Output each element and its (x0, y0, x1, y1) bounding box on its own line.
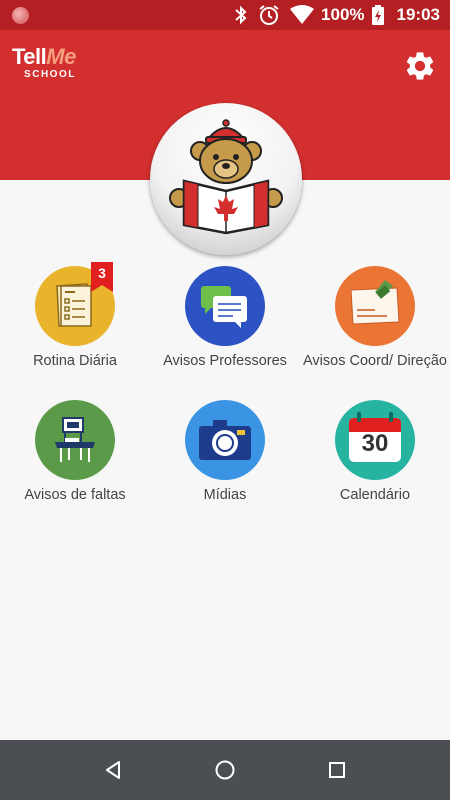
badge-count: 3 (98, 265, 106, 281)
logo-text-me: Me (46, 44, 76, 69)
camera-icon (185, 400, 265, 480)
school-mascot-avatar[interactable] (150, 103, 302, 255)
menu-item-media[interactable]: Mídias (150, 396, 300, 526)
wifi-icon (290, 5, 315, 24)
calendar-icon: 30 (335, 400, 415, 480)
alarm-icon (259, 5, 279, 25)
teacher-messages-icon (185, 266, 265, 346)
absence-desk-icon (35, 400, 115, 480)
home-button[interactable] (210, 755, 240, 785)
battery-charging-icon (371, 5, 384, 25)
menu-item-daily-routine[interactable]: 3 Rotina Diária (0, 262, 150, 392)
menu-item-calendar[interactable]: 30 Calendário (300, 396, 450, 526)
menu-item-coordination-notes[interactable]: Avisos Coord/ Direção (300, 262, 450, 392)
clock: 19:03 (396, 5, 440, 24)
logo-text-tell: Tell (12, 44, 47, 69)
back-button[interactable] (98, 755, 128, 785)
status-icons: 100% 19:03 (233, 0, 450, 30)
battery-percent: 100% (321, 5, 365, 24)
home-icon (215, 760, 235, 780)
logo-subtitle: SCHOOL (24, 69, 76, 80)
menu-item-label: Avisos de faltas (24, 487, 126, 503)
menu-item-label: Avisos Coord/ Direção (303, 353, 447, 369)
tellme-school-logo: TellMe SCHOOL (12, 44, 76, 81)
system-nav-bar (0, 740, 450, 800)
back-icon (106, 761, 120, 779)
menu-item-label: Avisos Professores (163, 353, 287, 369)
menu-item-absence-notices[interactable]: Avisos de faltas (0, 396, 150, 526)
notification-badge: 3 (91, 262, 113, 292)
recents-icon (329, 762, 345, 778)
calendar-day: 30 (361, 430, 389, 457)
app-notification-icon (12, 7, 29, 24)
bluetooth-icon (235, 5, 247, 25)
menu-item-teacher-messages[interactable]: Avisos Professores (150, 262, 300, 392)
bear-canada-flag-icon (169, 119, 283, 235)
status-bar: 100% 19:03 (0, 0, 450, 30)
coordination-notes-icon (335, 266, 415, 346)
settings-button[interactable] (402, 48, 438, 84)
gear-icon (406, 52, 434, 80)
menu-item-label: Calendário (339, 487, 411, 503)
recents-button[interactable] (322, 755, 352, 785)
menu-item-label: Mídias (203, 487, 247, 503)
menu-item-label: Rotina Diária (33, 353, 117, 369)
